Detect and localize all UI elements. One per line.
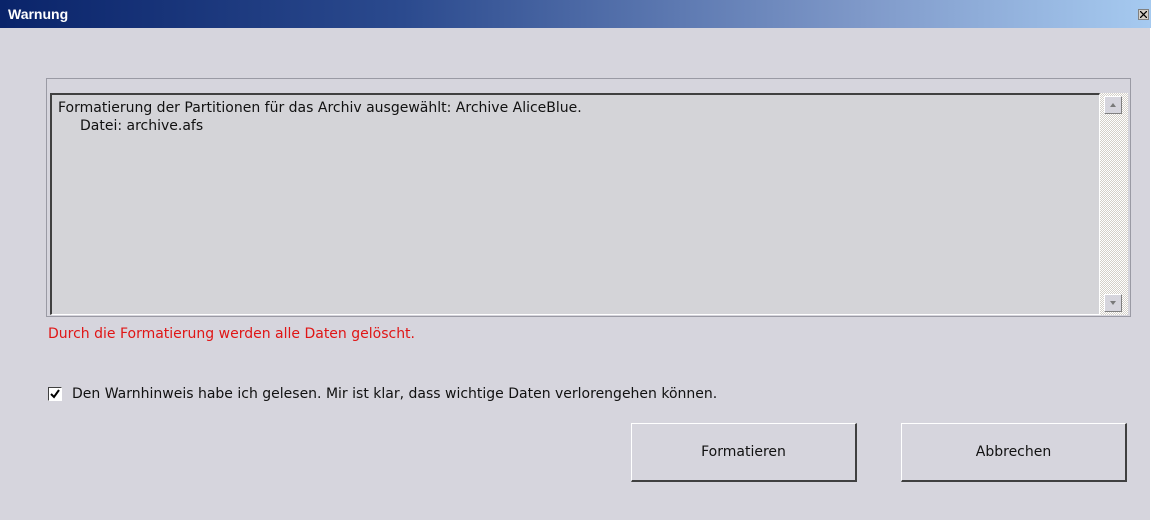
confirm-label[interactable]: Den Warnhinweis habe ich gelesen. Mir is… [72, 386, 717, 402]
arrow-up-icon [1110, 103, 1116, 107]
scroll-down-button[interactable] [1104, 294, 1122, 312]
close-button[interactable] [1138, 9, 1149, 20]
message-line-1: Formatierung der Partitionen für das Arc… [58, 100, 582, 116]
close-icon [1140, 11, 1147, 18]
confirm-checkbox[interactable] [48, 387, 62, 401]
window-title: Warnung [8, 6, 69, 22]
confirm-row[interactable]: Den Warnhinweis habe ich gelesen. Mir is… [48, 386, 717, 402]
message-line-2: Datei: archive.afs [80, 118, 204, 134]
cancel-button[interactable]: Abbrechen [901, 423, 1127, 482]
scroll-up-button[interactable] [1104, 96, 1122, 114]
warning-dialog: Warnung Formatierung der Partitionen für… [0, 0, 1151, 520]
format-button[interactable]: Formatieren [631, 423, 857, 482]
arrow-down-icon [1110, 301, 1116, 305]
vertical-scrollbar[interactable] [1100, 93, 1128, 315]
title-bar[interactable]: Warnung [0, 0, 1151, 28]
checkmark-icon [50, 389, 60, 399]
data-loss-warning: Durch die Formatierung werden alle Daten… [48, 326, 416, 342]
message-textbox[interactable]: Formatierung der Partitionen für das Arc… [50, 93, 1100, 315]
